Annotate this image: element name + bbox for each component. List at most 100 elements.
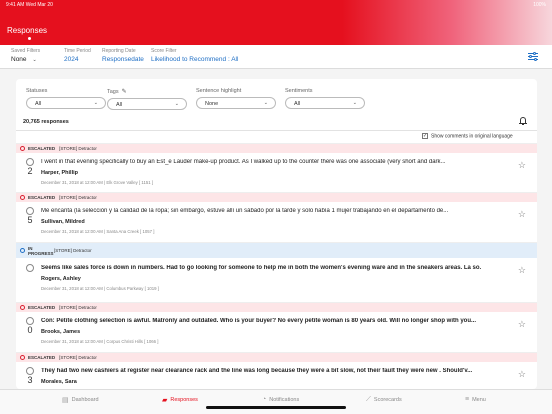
escalated-status-icon [20, 355, 25, 360]
frown-face-icon [26, 367, 34, 375]
in-progress-status-icon [20, 248, 25, 253]
show-original-language-checkbox[interactable]: ✓ Show comments in original language [422, 133, 513, 139]
tags-dropdown[interactable]: Tags ✎ All ⌄ [107, 88, 187, 110]
chat-bubble-icon: ▰ [162, 397, 168, 404]
status-header: ESCALATED [STORE] Detractor [16, 353, 537, 362]
frown-face-icon [26, 317, 34, 325]
list-item[interactable]: ESCALATED [STORE] Detractor 3 They had tw… [16, 352, 537, 389]
status-header: ESCALATED [STORE] Detractor [16, 303, 537, 312]
bell-icon[interactable] [519, 117, 527, 126]
frown-face-icon [26, 158, 34, 166]
tag-label: [STORE] Detractor [59, 305, 97, 310]
tab-menu[interactable]: ≡ Menu [465, 396, 486, 403]
escalated-status-icon [20, 146, 25, 151]
statuses-dropdown[interactable]: Statuses All ⌄ [26, 88, 106, 109]
chevron-down-icon: ⌄ [174, 101, 179, 107]
star-icon[interactable]: ☆ [518, 319, 526, 330]
response-meta: December 31, 2018 at 12:00 AM | Columbus… [41, 286, 159, 291]
chevron-down-icon: ⌄ [352, 100, 357, 106]
saved-filters-value: None ⌄ [11, 56, 37, 63]
list-item[interactable]: ESCALATED [STORE] Detractor 0 Con: Petite… [16, 302, 537, 359]
tab-label: Scorecards [373, 397, 402, 403]
tags-select[interactable]: All ⌄ [107, 98, 187, 110]
respondent-name: Morales, Sara [41, 379, 77, 385]
tab-label: Notifications [269, 396, 300, 403]
star-icon[interactable]: ☆ [518, 369, 526, 380]
comment-text: Seems like sales force is down in number… [41, 265, 481, 271]
line-chart-icon: ⟋ [366, 396, 371, 403]
status-header: ESCALATED [STORE] Detractor [16, 144, 537, 153]
sentiments-select[interactable]: All ⌄ [285, 97, 365, 109]
home-indicator[interactable] [206, 406, 346, 409]
score-value: 5 [27, 215, 33, 225]
score-value: 0 [27, 325, 33, 335]
reporting-date-filter[interactable]: Reporting Date Responsedate [102, 48, 144, 63]
status-time: 9:41 AM Wed Mar 20 [6, 2, 53, 8]
star-icon[interactable]: ☆ [518, 160, 526, 171]
sentence-highlight-dropdown[interactable]: Sentence highlight None ⌄ [196, 88, 276, 109]
frown-face-icon [26, 207, 34, 215]
list-item[interactable]: ESCALATED [STORE] Detractor 5 Me encanta … [16, 192, 537, 249]
edit-pencil-icon[interactable]: ✎ [122, 89, 127, 95]
respondent-name: Harper, Phillip [41, 170, 78, 176]
status-label: ESCALATED [28, 146, 56, 151]
frown-face-icon [26, 264, 34, 272]
tab-notifications[interactable]: ◔ Notifications [262, 396, 299, 403]
respondent-name: Sullivan, Mildred [41, 219, 85, 225]
response-meta: December 31, 2018 at 12:00 AM | Santa An… [41, 229, 155, 234]
tab-scorecards[interactable]: ⟋ Scorecards [366, 396, 402, 404]
filter-settings-icon[interactable] [528, 52, 538, 61]
divider [16, 130, 537, 131]
status-label: IN PROGRESS [28, 245, 54, 256]
time-period-value: 2024 [64, 56, 79, 63]
saved-filters[interactable]: Saved Filters None ⌄ [11, 48, 40, 63]
tab-label: Responses [170, 397, 198, 403]
tab-label: Menu [472, 396, 486, 403]
comment-text: I went in that evening specifically to b… [41, 159, 446, 165]
status-label: ESCALATED [28, 355, 56, 360]
page-title: Responses [7, 26, 48, 35]
tab-label: Dashboard [71, 397, 99, 403]
response-count: 20,765 responses [23, 119, 69, 125]
tab-bar: ▤ Dashboard ▰ Responses ◔ Notifications ⟋ Sc… [0, 389, 552, 414]
menu-icon: ≡ [465, 396, 470, 403]
sentiments-dropdown[interactable]: Sentiments All ⌄ [285, 88, 365, 109]
escalated-status-icon [20, 195, 25, 200]
title-indicator-dot [28, 37, 31, 40]
chevron-down-icon: ⌄ [32, 57, 37, 63]
tags-label: Tags ✎ [107, 89, 127, 95]
filter-bar: Saved Filters None ⌄ Time Period 2024 Rep… [0, 45, 552, 69]
comment-text: Me encanta (la selección y la calidad de… [41, 208, 449, 214]
statuses-select[interactable]: All ⌄ [26, 97, 106, 109]
statuses-label: Statuses [26, 88, 48, 94]
saved-filters-label: Saved Filters [11, 48, 41, 54]
sentence-highlight-select[interactable]: None ⌄ [196, 97, 276, 109]
tab-dashboard[interactable]: ▤ Dashboard [62, 396, 99, 404]
chevron-down-icon: ⌄ [263, 100, 268, 106]
star-icon[interactable]: ☆ [518, 209, 526, 220]
score-filter-label: Score Filter [151, 48, 177, 54]
score-filter[interactable]: Score Filter Likelihood to Recommend : A… [151, 48, 238, 63]
time-period-filter[interactable]: Time Period 2024 [64, 48, 91, 63]
checkbox-checked-icon[interactable]: ✓ [422, 133, 428, 139]
tab-responses[interactable]: ▰ Responses [162, 396, 198, 404]
responses-panel: Statuses All ⌄ Tags ✎ All ⌄ Sentence highli… [16, 79, 537, 389]
sentiments-label: Sentiments [285, 88, 313, 94]
response-meta: December 31, 2018 at 12:00 AM | Corpus C… [41, 339, 159, 344]
chevron-down-icon: ⌄ [93, 100, 98, 106]
star-icon[interactable]: ☆ [518, 265, 526, 276]
status-header: ESCALATED [STORE] Detractor [16, 193, 537, 202]
respondent-name: Brooks, James [41, 329, 81, 335]
app-header: 9:41 AM Wed Mar 20 100% Responses [0, 0, 552, 45]
status-battery: 100% [533, 2, 546, 8]
response-meta: December 31, 2018 at 12:00 AM | Elk Grov… [41, 180, 154, 185]
list-item[interactable]: IN PROGRESS [STORE] Detractor Seems like … [16, 242, 537, 299]
score-filter-value: Likelihood to Recommend : All [151, 56, 239, 63]
tag-label: [STORE] Detractor [54, 248, 92, 253]
tag-label: [STORE] Detractor [59, 355, 97, 360]
comment-text: They had two new cashiers at register ne… [41, 368, 473, 374]
score-value: 2 [27, 166, 33, 176]
dashboard-icon: ▤ [62, 397, 69, 404]
score-value: 3 [27, 375, 33, 385]
time-period-label: Time Period [64, 48, 91, 54]
